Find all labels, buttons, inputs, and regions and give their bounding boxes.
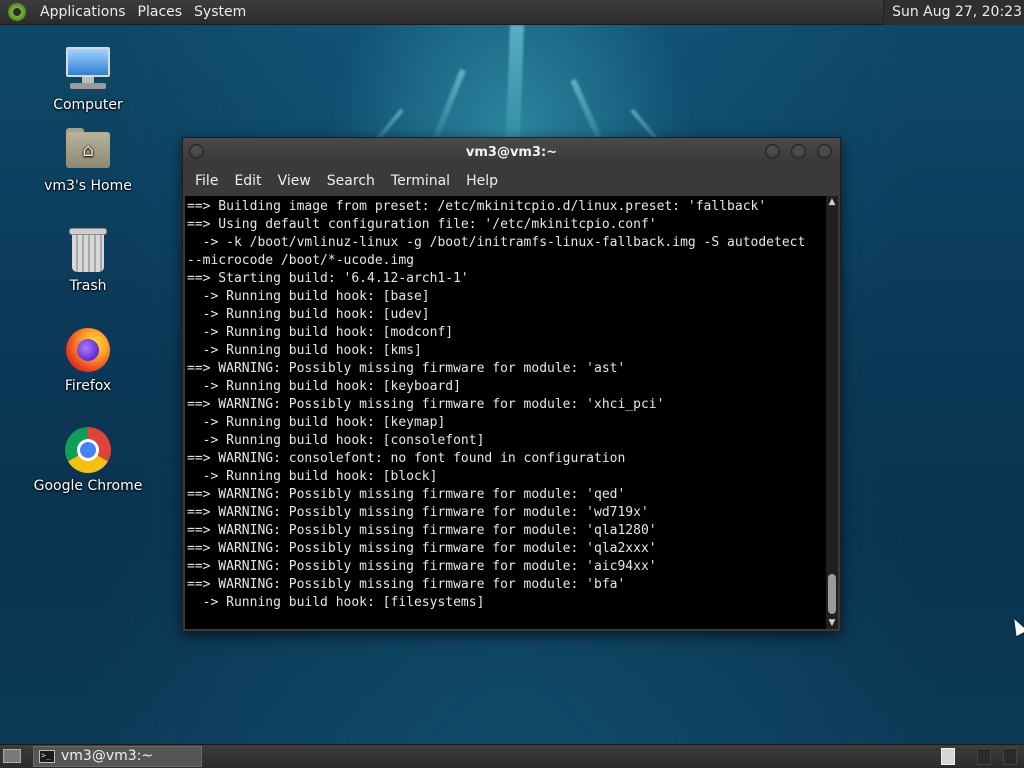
- terminal-line: -> Running build hook: [filesystems]: [187, 595, 485, 610]
- window-titlebar[interactable]: vm3@vm3:~: [183, 138, 840, 167]
- terminal-output[interactable]: ==> Building image from preset: /etc/mki…: [185, 196, 826, 629]
- scroll-up-icon[interactable]: ▲: [826, 196, 838, 208]
- terminal-line: -> Running build hook: [modconf]: [187, 325, 454, 340]
- chrome-icon: [64, 426, 112, 474]
- window-menu-button[interactable]: [189, 144, 204, 159]
- terminal-line: ==> WARNING: Possibly missing firmware f…: [187, 505, 649, 520]
- terminal-line: -> Running build hook: [udev]: [187, 307, 430, 322]
- terminal-text: ==> Building image from preset: /etc/mki…: [185, 196, 826, 612]
- terminal-menubar: File Edit View Search Terminal Help: [183, 167, 840, 196]
- trash-icon: [64, 226, 112, 274]
- terminal-line: ==> WARNING: Possibly missing firmware f…: [187, 559, 657, 574]
- terminal-line: -> Running build hook: [block]: [187, 469, 438, 484]
- maximize-button[interactable]: [791, 144, 806, 159]
- menu-search[interactable]: Search: [319, 167, 383, 196]
- show-desktop-icon[interactable]: [3, 749, 21, 763]
- menu-applications[interactable]: Applications: [34, 0, 132, 25]
- terminal-line: -> Running build hook: [kms]: [187, 343, 422, 358]
- terminal-line: ==> WARNING: Possibly missing firmware f…: [187, 523, 657, 538]
- menu-file[interactable]: File: [187, 167, 226, 196]
- distro-logo-icon[interactable]: [8, 3, 26, 21]
- terminal-line: ==> WARNING: consolefont: no font found …: [187, 451, 626, 466]
- terminal-line: -> Running build hook: [consolefont]: [187, 433, 485, 448]
- desktop-icon-label: vm3's Home: [44, 178, 132, 194]
- terminal-line: --microcode /boot/*-ucode.img: [187, 253, 414, 268]
- menu-system[interactable]: System: [188, 0, 252, 25]
- top-panel: Applications Places System Sun Aug 27, 2…: [0, 0, 1024, 25]
- desktop-icon-label: Firefox: [64, 378, 112, 394]
- terminal-icon: >_: [39, 750, 55, 763]
- terminal-line: ==> Starting build: '6.4.12-arch1-1': [187, 271, 469, 286]
- computer-icon: [64, 45, 112, 93]
- terminal-line: ==> WARNING: Possibly missing firmware f…: [187, 361, 626, 376]
- terminal-line: ==> WARNING: Possibly missing firmware f…: [187, 397, 665, 412]
- window-title: vm3@vm3:~: [465, 145, 558, 160]
- terminal-line: ==> Using default configuration file: '/…: [187, 217, 657, 232]
- firefox-icon: [64, 326, 112, 374]
- terminal-line: ==> WARNING: Possibly missing firmware f…: [187, 577, 626, 592]
- desktop-icon-firefox[interactable]: Firefox: [23, 326, 153, 394]
- desktop-icon-label: Computer: [53, 97, 123, 113]
- terminal-line: -> Running build hook: [keymap]: [187, 415, 446, 430]
- menu-view[interactable]: View: [270, 167, 319, 196]
- menu-places[interactable]: Places: [132, 0, 189, 25]
- desktop-icon-label: Trash: [69, 278, 107, 294]
- taskbar-item-terminal[interactable]: >_ vm3@vm3:~: [33, 746, 202, 767]
- scroll-down-icon[interactable]: ▼: [826, 617, 838, 629]
- taskbar-item-label: vm3@vm3:~: [61, 748, 154, 764]
- workspace-3[interactable]: [1003, 748, 1017, 765]
- desktop-icon-chrome[interactable]: Google Chrome: [23, 426, 153, 494]
- workspace-2[interactable]: [977, 748, 991, 765]
- terminal-scrollbar[interactable]: ▲ ▼: [826, 196, 838, 629]
- desktop-icon-home[interactable]: ⌂ vm3's Home: [23, 126, 153, 194]
- terminal-line: -> Running build hook: [keyboard]: [187, 379, 461, 394]
- bottom-panel: >_ vm3@vm3:~: [0, 744, 1024, 768]
- menu-edit[interactable]: Edit: [226, 167, 269, 196]
- terminal-line: -> Running build hook: [base]: [187, 289, 430, 304]
- terminal-line: ==> WARNING: Possibly missing firmware f…: [187, 487, 626, 502]
- terminal-line: ==> Building image from preset: /etc/mki…: [187, 199, 767, 214]
- menu-terminal[interactable]: Terminal: [383, 167, 458, 196]
- clock[interactable]: Sun Aug 27, 20:23: [883, 0, 1024, 25]
- close-button[interactable]: [817, 144, 832, 159]
- mouse-cursor-icon: [1009, 616, 1024, 637]
- terminal-line: -> -k /boot/vmlinuz-linux -g /boot/initr…: [187, 235, 806, 250]
- desktop-icon-computer[interactable]: Computer: [23, 45, 153, 113]
- workspace-1[interactable]: [941, 748, 955, 765]
- terminal-line: ==> WARNING: Possibly missing firmware f…: [187, 541, 657, 556]
- home-folder-icon: ⌂: [64, 126, 112, 174]
- minimize-button[interactable]: [765, 144, 780, 159]
- menu-help[interactable]: Help: [458, 167, 506, 196]
- scrollbar-thumb[interactable]: [828, 574, 836, 614]
- terminal-window[interactable]: vm3@vm3:~ File Edit View Search Terminal…: [182, 137, 841, 632]
- desktop-icon-trash[interactable]: Trash: [23, 226, 153, 294]
- desktop-icon-label: Google Chrome: [33, 478, 143, 494]
